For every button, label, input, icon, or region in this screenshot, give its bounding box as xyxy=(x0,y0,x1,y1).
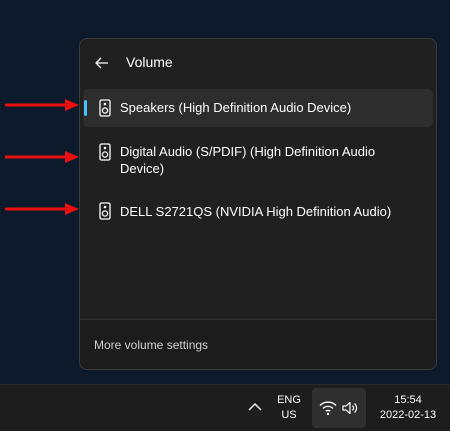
annotation-arrow xyxy=(5,99,79,111)
speaker-icon xyxy=(99,143,111,161)
clock-time: 15:54 xyxy=(394,394,422,406)
flyout-title: Volume xyxy=(126,54,173,70)
chevron-up-icon[interactable] xyxy=(246,400,264,414)
device-label: Digital Audio (S/PDIF) (High Definition … xyxy=(120,144,376,176)
more-volume-settings-link[interactable]: More volume settings xyxy=(94,338,208,352)
speaker-icon xyxy=(99,99,111,117)
device-item-digital-audio[interactable]: Digital Audio (S/PDIF) (High Definition … xyxy=(83,136,433,182)
wifi-icon xyxy=(319,401,337,416)
device-label: DELL S2721QS (NVIDIA High Definition Aud… xyxy=(120,204,392,219)
speaker-icon xyxy=(99,202,111,220)
flyout-header: Volume xyxy=(80,39,436,87)
arrow-left-icon xyxy=(95,57,108,69)
taskbar: ENG US 15:54 2022-02-13 xyxy=(0,384,450,431)
device-item-dell-monitor[interactable]: DELL S2721QS (NVIDIA High Definition Aud… xyxy=(83,193,433,229)
language-code: ENG xyxy=(277,394,301,406)
volume-flyout: Volume Speakers (High Definition Audio D… xyxy=(79,38,437,370)
volume-icon xyxy=(342,401,358,415)
annotation-arrow xyxy=(5,151,79,163)
input-language-indicator[interactable]: ENG US xyxy=(272,393,306,423)
flyout-footer: More volume settings xyxy=(80,319,436,369)
annotation-arrow xyxy=(5,203,79,215)
taskbar-clock[interactable]: 15:54 2022-02-13 xyxy=(370,393,446,423)
device-label: Speakers (High Definition Audio Device) xyxy=(120,100,352,115)
clock-date: 2022-02-13 xyxy=(379,409,437,421)
quick-settings-button[interactable] xyxy=(312,388,366,428)
selection-indicator xyxy=(84,100,87,116)
language-region: US xyxy=(281,409,297,421)
device-item-speakers[interactable]: Speakers (High Definition Audio Device) xyxy=(83,89,433,127)
back-button[interactable] xyxy=(90,51,114,75)
